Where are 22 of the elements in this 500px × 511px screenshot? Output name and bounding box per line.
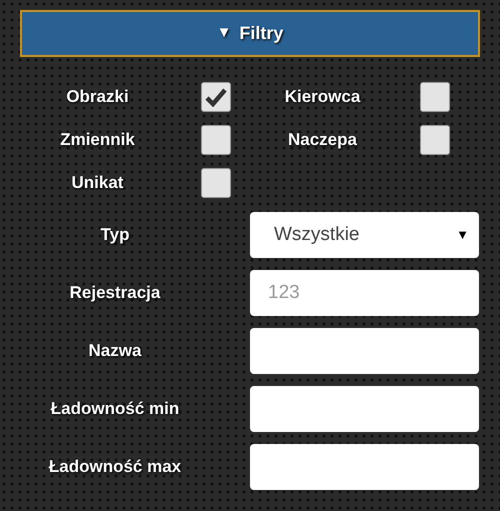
input-field[interactable]: 123 [250, 270, 479, 316]
checkbox-label: Zmiennik [59, 129, 136, 152]
field-label: Ładowność min [50, 398, 180, 420]
checkbox-label: Obrazki [65, 86, 130, 108]
filter-header-button[interactable]: ▼ Filtry [20, 10, 480, 57]
field-label: Nazwa [88, 340, 142, 362]
field-label: Typ [100, 224, 130, 246]
checkbox[interactable] [201, 168, 231, 198]
field-label: Rejestracja [68, 282, 162, 304]
checkbox-label: Naczepa [287, 129, 358, 152]
checkbox-label: Kierowca [284, 86, 362, 108]
input-field[interactable] [250, 444, 479, 490]
checkbox[interactable] [201, 125, 231, 155]
checkmark-icon [205, 87, 227, 107]
checkbox[interactable] [420, 82, 450, 112]
checkbox[interactable] [201, 82, 231, 112]
checkbox-label: Unikat [70, 172, 124, 194]
checkbox[interactable] [420, 125, 450, 155]
input-field[interactable] [250, 386, 479, 432]
field-label: Ładowność max [48, 456, 182, 478]
input-field[interactable] [250, 328, 479, 374]
type-dropdown[interactable]: Wszystkie ▼ [250, 212, 479, 258]
